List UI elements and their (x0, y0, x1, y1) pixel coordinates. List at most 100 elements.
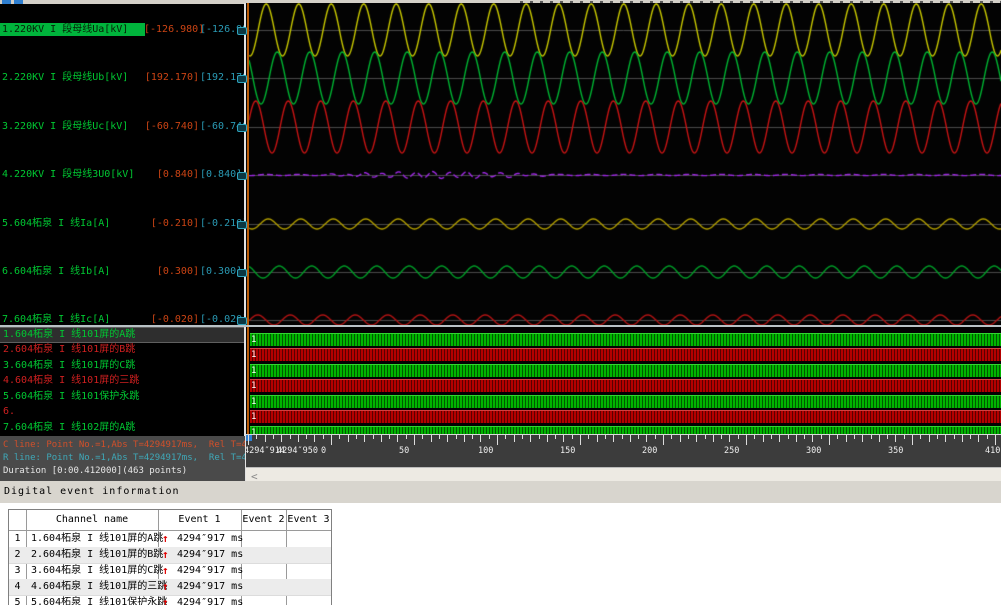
analog-channel-label[interactable]: 6.604柘泉 I 线Ib[A] (0, 265, 110, 278)
digital-state-value: 1 (251, 349, 256, 361)
ruler-tick (771, 435, 772, 439)
digital-channel-label[interactable]: 1.604柘泉 I 线101屏的A跳 (0, 328, 245, 342)
digital-state-value: 1 (251, 365, 256, 377)
time-axis-ruler[interactable]: 4294″9144294″950050100150200250300350410 (246, 434, 1001, 468)
ruler-tick (373, 435, 374, 439)
analog-channel-row[interactable]: 3.220KV I 段母线Uc[kV][-60.740][-60.740] (0, 120, 245, 133)
ruler-tick (779, 435, 780, 442)
event-table-row[interactable]: 33.604柘泉 I 线101屏的C跳↑4294″917 ms (9, 563, 331, 580)
ruler-tick (431, 435, 432, 442)
ruler-tick (314, 435, 315, 442)
channel-zero-handle[interactable] (237, 124, 247, 132)
ruler-time-label: 200 (642, 446, 657, 456)
ruler-tick (489, 435, 490, 439)
ruler-time-label: 410 (985, 446, 1000, 456)
ruler-tick (895, 435, 896, 442)
channel-zero-handle[interactable] (237, 172, 247, 180)
digital-channel-bar[interactable]: 1 (250, 348, 1001, 361)
table-header-e1: Event 1 (158, 510, 241, 531)
analog-channel-value-primary: [-60.740] (144, 120, 199, 133)
analog-channel-row[interactable]: 5.604柘泉 I 线Ia[A][-0.210][-0.210] (0, 217, 245, 230)
ruler-tick (688, 435, 689, 439)
analog-channel-label[interactable]: 2.220KV I 段母线Ub[kV] (0, 71, 128, 84)
ruler-tick (497, 435, 498, 445)
ruler-time-label: 100 (478, 446, 493, 456)
ruler-tick (763, 435, 764, 442)
event-table-row[interactable]: 22.604柘泉 I 线101屏的B跳↑4294″917 ms (9, 547, 331, 564)
ruler-tick (978, 435, 979, 442)
analog-channel-row[interactable]: 1.220KV I 段母线Ua[kV][-126.980][-126.980] (0, 23, 245, 36)
ruler-tick (729, 435, 730, 442)
ruler-tick (887, 435, 888, 439)
event-rising-edge-icon: ↑ (162, 579, 169, 595)
ruler-tick (904, 435, 905, 439)
digital-channel-bar[interactable]: 1 (250, 333, 1001, 346)
event-channel-name: 4.604柘泉 I 线101屏的三跳 (31, 579, 167, 595)
ruler-tick (987, 435, 988, 439)
digital-channel-bar[interactable]: 1 (250, 364, 1001, 377)
event-row-number: 2 (9, 547, 26, 563)
channel-zero-handle[interactable] (237, 317, 247, 325)
event-table-row[interactable]: 44.604柘泉 I 线101屏的三跳↑4294″917 ms (9, 579, 331, 596)
analog-channel-value-primary: [0.300] (144, 265, 199, 278)
waveform-panel[interactable]: 1 1 1 1 1 1 1 (246, 3, 1001, 434)
digital-channel-bar[interactable]: 1 (250, 395, 1001, 408)
digital-channel-label[interactable]: 7.604柘泉 I 线102屏的A跳 (0, 421, 245, 435)
digital-channel-label[interactable]: 4.604柘泉 I 线101屏的三跳 (0, 374, 245, 388)
ruler-tick (622, 435, 623, 439)
digital-channel-bar[interactable]: 1 (250, 379, 1001, 392)
analog-channel-value-primary: [0.840] (144, 168, 199, 181)
channel-zero-handle[interactable] (237, 269, 247, 277)
ruler-tick (680, 435, 681, 442)
table-header-rownum (9, 510, 26, 531)
event-channel-name: 3.604柘泉 I 线101屏的C跳 (31, 563, 163, 579)
analog-channel-label[interactable]: 5.604柘泉 I 线Ia[A] (0, 217, 110, 230)
ruler-tick (796, 435, 797, 442)
channel-zero-handle[interactable] (237, 221, 247, 229)
ruler-tick (505, 435, 506, 439)
digital-channel-label[interactable]: 5.604柘泉 I 线101保护永跳 (0, 390, 245, 404)
event-table-row[interactable]: 55.604柘泉 I 线101保护永跳↑4294″917 ms (9, 595, 331, 605)
ruler-tick (522, 435, 523, 439)
ruler-time-label: 4294″950 (277, 446, 318, 456)
channel-zero-handle[interactable] (237, 75, 247, 83)
digital-event-table: Channel nameEvent 1Event 2Event 311.604柘… (8, 509, 332, 605)
analog-channel-row[interactable]: 6.604柘泉 I 线Ib[A][0.300][0.300] (0, 265, 245, 278)
analog-channel-row[interactable]: 4.220KV I 段母线3U0[kV][0.840][0.840] (0, 168, 245, 181)
ruler-tick (281, 435, 282, 442)
digital-channel-label[interactable]: 3.604柘泉 I 线101屏的C跳 (0, 359, 245, 373)
analog-channel-label[interactable]: 4.220KV I 段母线3U0[kV] (0, 168, 134, 181)
ruler-tick (638, 435, 639, 439)
cursor-handle-marker[interactable] (246, 435, 252, 441)
event-row-number: 3 (9, 563, 26, 579)
ruler-tick (331, 435, 332, 445)
event1-time: 4294″917 ms (177, 595, 243, 605)
ruler-tick (829, 435, 830, 445)
digital-state-value: 1 (251, 427, 256, 434)
ruler-tick (472, 435, 473, 439)
digital-channel-bar[interactable]: 1 (250, 410, 1001, 423)
digital-channel-label[interactable]: 6. (0, 405, 245, 419)
analog-channel-row[interactable]: 2.220KV I 段母线Ub[kV][192.170][192.170] (0, 71, 245, 84)
ruler-tick (364, 435, 365, 442)
ruler-tick (746, 435, 747, 445)
ruler-tick (555, 435, 556, 439)
ruler-tick (381, 435, 382, 442)
digital-channel-label[interactable]: 2.604柘泉 I 线101屏的B跳 (0, 343, 245, 357)
digital-waveform-area[interactable]: 1 1 1 1 1 1 1 (246, 326, 1001, 434)
analog-channel-label[interactable]: 3.220KV I 段母线Uc[kV] (0, 120, 128, 133)
analog-channel-value-primary: [192.170] (144, 71, 199, 84)
ruler-tick (671, 435, 672, 439)
ruler-tick (754, 435, 755, 439)
ruler-time-label: 0 (321, 446, 326, 456)
time-cursor-line[interactable] (247, 3, 249, 434)
channel-zero-handle[interactable] (237, 27, 247, 35)
ruler-tick (530, 435, 531, 442)
analog-channel-label[interactable]: 1.220KV I 段母线Ua[kV] (0, 23, 145, 36)
analog-channel-value-primary: [-126.980] (144, 23, 199, 36)
event-table-row[interactable]: 11.604柘泉 I 线101屏的A跳↑4294″917 ms (9, 531, 331, 548)
ruler-time-label: 350 (888, 446, 903, 456)
ruler-tick (447, 435, 448, 442)
ruler-tick (389, 435, 390, 439)
digital-channel-bar[interactable]: 1 (250, 426, 1001, 434)
